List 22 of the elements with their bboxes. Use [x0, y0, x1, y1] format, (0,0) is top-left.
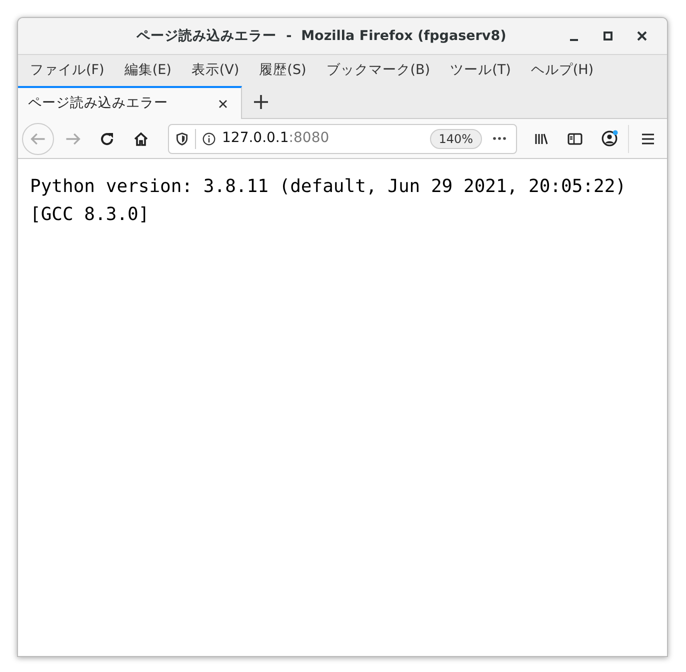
- address-bar[interactable]: 127.0.0.1:8080 140%: [168, 124, 517, 154]
- output-line: [GCC 8.3.0]: [30, 203, 150, 227]
- house-icon: [133, 130, 149, 146]
- menu-item[interactable]: 表示(V): [183, 58, 248, 83]
- menu-item[interactable]: ファイル(F): [22, 58, 112, 83]
- menu-item[interactable]: 履歴(S): [251, 58, 314, 83]
- more-icon: [492, 137, 506, 140]
- url-text: 127.0.0.1:8080: [222, 129, 330, 148]
- reload-icon: [99, 130, 115, 146]
- sidebar-icon: [567, 130, 583, 146]
- output-line: Python version: 3.8.11 (default, Jun 29 2021, 20:05:22): [30, 175, 628, 199]
- menu-item[interactable]: ヘルプ(H): [522, 58, 602, 83]
- window-title: ページ読み込みエラー - Mozilla Firefox (fpgaserv8): [136, 26, 508, 46]
- plus-icon: [253, 94, 269, 110]
- zoom-level-button[interactable]: 140%: [430, 128, 482, 148]
- browser-tab[interactable]: ページ読み込みエラー: [18, 86, 242, 119]
- info-icon: [202, 132, 216, 146]
- minimize-icon: [570, 39, 578, 41]
- menu-item[interactable]: ツール(T): [442, 58, 519, 83]
- shield-icon: [175, 132, 189, 146]
- menu-item[interactable]: ブックマーク(B): [318, 58, 438, 83]
- menu-item[interactable]: 編集(E): [116, 58, 180, 83]
